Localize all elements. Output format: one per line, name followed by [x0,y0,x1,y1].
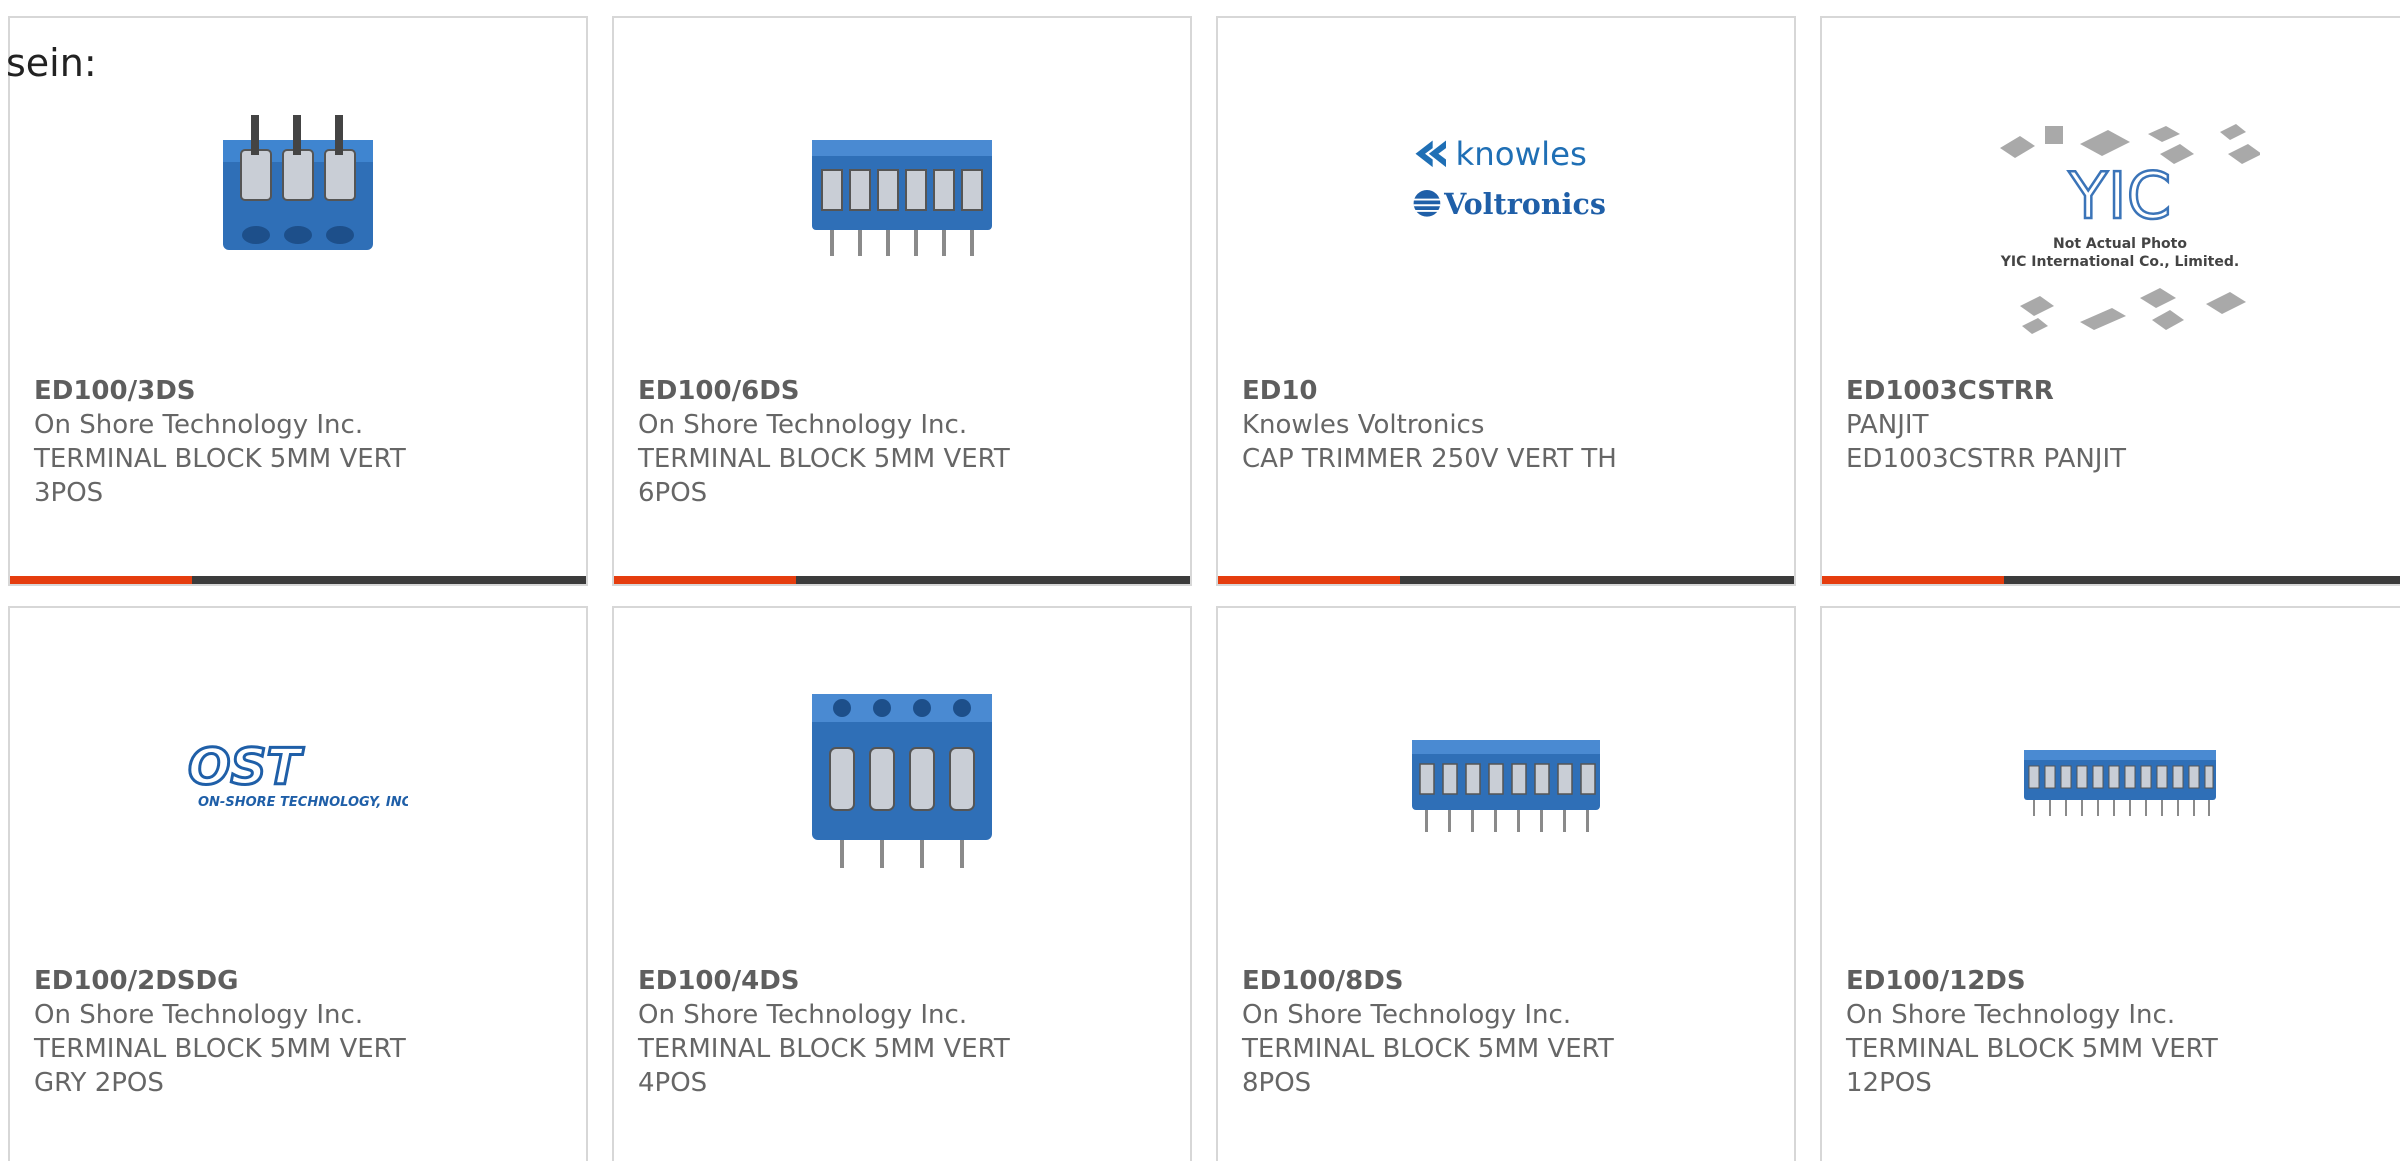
product-description-cont: 3POS [34,478,104,508]
product-card[interactable]: knowles Voltronics ED10 Knowles Voltroni… [1216,16,1796,586]
product-info: ED1003CSTRR PANJIT ED1003CSTRR PANJIT [1846,374,2394,476]
product-manufacturer: On Shore Technology Inc. [638,410,968,440]
product-part-number[interactable]: ED10 [1242,374,1770,408]
card-accent [10,576,192,584]
product-description: TERMINAL BLOCK 5MM VERT [638,1034,1010,1064]
product-info: ED100/12DS On Shore Technology Inc. TERM… [1846,964,2394,1100]
product-card[interactable]: ED100/3DS On Shore Technology Inc. TERMI… [8,16,588,586]
product-info: ED100/8DS On Shore Technology Inc. TERMI… [1242,964,1770,1100]
product-manufacturer: On Shore Technology Inc. [1846,1000,2176,1030]
product-description: TERMINAL BLOCK 5MM VERT [1242,1034,1614,1064]
card-accent [1822,576,2004,584]
not-actual-photo-text: Not Actual Photo [2053,236,2187,252]
section-heading: sein: [6,41,97,85]
product-description: TERMINAL BLOCK 5MM VERT [34,444,406,474]
voltronics-logo-text: Voltronics [1443,187,1606,221]
card-accent [614,576,796,584]
product-part-number[interactable]: ED100/2DSDG [34,964,562,998]
product-manufacturer: Knowles Voltronics [1242,410,1485,440]
yic-company-text: YIC International Co., Limited. [2000,254,2239,270]
product-part-number[interactable]: ED100/3DS [34,374,562,408]
product-card[interactable]: ED100/12DS On Shore Technology Inc. TERM… [1820,606,2400,1161]
ost-logo: OST ON-SHORE TECHNOLOGY, INC. [188,680,408,880]
product-description: TERMINAL BLOCK 5MM VERT [638,444,1010,474]
terminal-block-3pos-image [198,90,398,290]
product-info: ED100/3DS On Shore Technology Inc. TERMI… [34,374,562,510]
product-info: ED100/2DSDG On Shore Technology Inc. TER… [34,964,562,1100]
knowles-logo-text: knowles [1456,135,1587,173]
card-footer-bar [1218,576,1794,584]
yic-placeholder-image: YIC Not Actual Photo YIC International C… [1980,98,2260,358]
terminal-block-12pos-image [2020,680,2220,880]
product-manufacturer: On Shore Technology Inc. [1242,1000,1572,1030]
product-info: ED100/6DS On Shore Technology Inc. TERMI… [638,374,1166,510]
card-footer-bar [1822,576,2400,584]
yic-logo: YIC [2068,160,2172,234]
product-info: ED10 Knowles Voltronics CAP TRIMMER 250V… [1242,374,1770,476]
product-card[interactable]: ED100/4DS On Shore Technology Inc. TERMI… [612,606,1192,1161]
product-part-number[interactable]: ED100/6DS [638,374,1166,408]
product-manufacturer: On Shore Technology Inc. [638,1000,968,1030]
product-card[interactable]: YIC Not Actual Photo YIC International C… [1820,16,2400,586]
ost-logo-text: OST [188,740,305,796]
card-footer-bar [10,576,586,584]
product-description-cont: GRY 2POS [34,1068,164,1098]
product-card[interactable]: ED100/6DS On Shore Technology Inc. TERMI… [612,16,1192,586]
product-description: TERMINAL BLOCK 5MM VERT [34,1034,406,1064]
product-card[interactable]: OST ON-SHORE TECHNOLOGY, INC. ED100/2DSD… [8,606,588,1161]
product-description: TERMINAL BLOCK 5MM VERT [1846,1034,2218,1064]
product-manufacturer: On Shore Technology Inc. [34,1000,364,1030]
product-card[interactable]: ED100/8DS On Shore Technology Inc. TERMI… [1216,606,1796,1161]
product-description-cont: 6POS [638,478,708,508]
product-part-number[interactable]: ED100/4DS [638,964,1166,998]
product-description-cont: 12POS [1846,1068,1932,1098]
ost-logo-subtext: ON-SHORE TECHNOLOGY, INC. [198,795,408,810]
product-description-cont: 8POS [1242,1068,1312,1098]
product-part-number[interactable]: ED100/8DS [1242,964,1770,998]
knowles-voltronics-logo: knowles Voltronics [1406,90,1606,290]
product-manufacturer: PANJIT [1846,410,1929,440]
product-part-number[interactable]: ED100/12DS [1846,964,2394,998]
product-description-cont: 4POS [638,1068,708,1098]
product-description: CAP TRIMMER 250V VERT TH [1242,444,1617,474]
product-part-number[interactable]: ED1003CSTRR [1846,374,2394,408]
product-manufacturer: On Shore Technology Inc. [34,410,364,440]
card-accent [1218,576,1400,584]
terminal-block-6pos-image [802,90,1002,290]
product-description: ED1003CSTRR PANJIT [1846,444,2127,474]
terminal-block-8pos-image [1406,680,1606,880]
terminal-block-4pos-image [802,680,1002,880]
card-footer-bar [614,576,1190,584]
product-info: ED100/4DS On Shore Technology Inc. TERMI… [638,964,1166,1100]
